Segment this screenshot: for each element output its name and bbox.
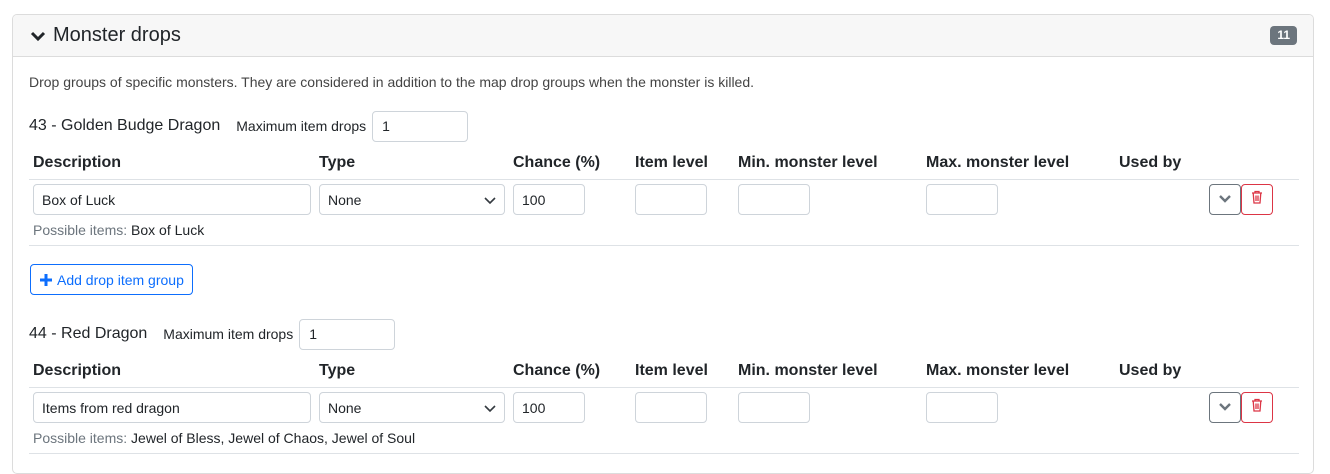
col-description: Description [33,362,122,379]
add-drop-item-group-label: Add drop item group [57,271,184,288]
trash-icon [1251,398,1263,417]
add-drop-item-group-button[interactable]: Add drop item group [30,264,193,295]
table-row: Items from red dragon None 100 Possible … [29,388,1299,454]
item-level-input[interactable] [635,392,707,423]
table-header: Description Type Chance (%) Item level M… [29,150,1299,180]
monster-header: 44 - Red Dragon Maximum item drops 1 [29,318,1299,350]
col-used-by: Used by [1119,154,1182,171]
col-min-monster-level: Min. monster level [738,362,878,379]
type-select[interactable]: None [319,184,505,215]
col-type: Type [319,362,356,379]
monster-name: 44 - Red Dragon [29,325,148,342]
possible-items-label: Possible items: [33,430,128,446]
col-chance: Chance (%) [513,362,601,379]
description-input[interactable]: Box of Luck [33,184,311,215]
item-level-input[interactable] [635,184,707,215]
monster-name: 43 - Golden Budge Dragon [29,117,221,134]
col-item-level: Item level [635,362,708,379]
col-type: Type [319,154,356,171]
panel-description: Drop groups of specific monsters. They a… [29,74,755,90]
table-header: Description Type Chance (%) Item level M… [29,358,1299,388]
delete-button[interactable] [1241,184,1273,215]
max-drops-label: Maximum item drops [163,326,294,342]
type-select-value: None [328,191,362,208]
chevron-down-icon[interactable] [29,27,47,45]
max-drops-label: Maximum item drops [236,118,367,134]
max-monster-level-input[interactable] [926,392,998,423]
monster-section: 43 - Golden Budge Dragon Maximum item dr… [29,110,1299,246]
min-monster-level-input[interactable] [738,392,810,423]
max-drops-input[interactable]: 1 [372,110,469,142]
panel-header[interactable]: Monster drops 11 [13,15,1313,57]
col-used-by: Used by [1119,362,1182,379]
possible-items: Possible items: Box of Luck [33,222,204,238]
max-monster-level-input[interactable] [926,184,998,215]
chevron-down-icon [1218,191,1232,209]
col-chance: Chance (%) [513,154,601,171]
delete-button[interactable] [1241,392,1273,423]
col-max-monster-level: Max. monster level [926,154,1070,171]
chevron-down-icon [484,192,496,208]
max-drops-input[interactable]: 1 [299,318,396,350]
chevron-down-icon [484,400,496,416]
expand-button[interactable] [1209,184,1241,215]
monster-drops-panel: Monster drops 11 Drop groups of specific… [12,14,1314,474]
chevron-down-icon [1218,399,1232,417]
panel-title: Monster drops [53,24,181,46]
plus-icon [39,273,53,287]
possible-items-label: Possible items: [33,222,128,238]
table-row: Box of Luck None 100 Possible items: Box… [29,180,1299,246]
min-monster-level-input[interactable] [738,184,810,215]
expand-button[interactable] [1209,392,1241,423]
trash-icon [1251,190,1263,209]
col-description: Description [33,154,122,171]
description-input[interactable]: Items from red dragon [33,392,311,423]
col-item-level: Item level [635,154,708,171]
monster-header: 43 - Golden Budge Dragon Maximum item dr… [29,110,1299,142]
col-max-monster-level: Max. monster level [926,362,1070,379]
chance-input[interactable]: 100 [513,184,585,215]
possible-items-value: Jewel of Bless, Jewel of Chaos, Jewel of… [131,430,416,446]
col-min-monster-level: Min. monster level [738,154,878,171]
possible-items-value: Box of Luck [131,222,205,238]
chance-input[interactable]: 100 [513,392,585,423]
possible-items: Possible items: Jewel of Bless, Jewel of… [33,430,415,446]
type-select-value: None [328,399,362,416]
monster-section: 44 - Red Dragon Maximum item drops 1 Des… [29,318,1299,454]
type-select[interactable]: None [319,392,505,423]
count-badge: 11 [1270,26,1297,45]
